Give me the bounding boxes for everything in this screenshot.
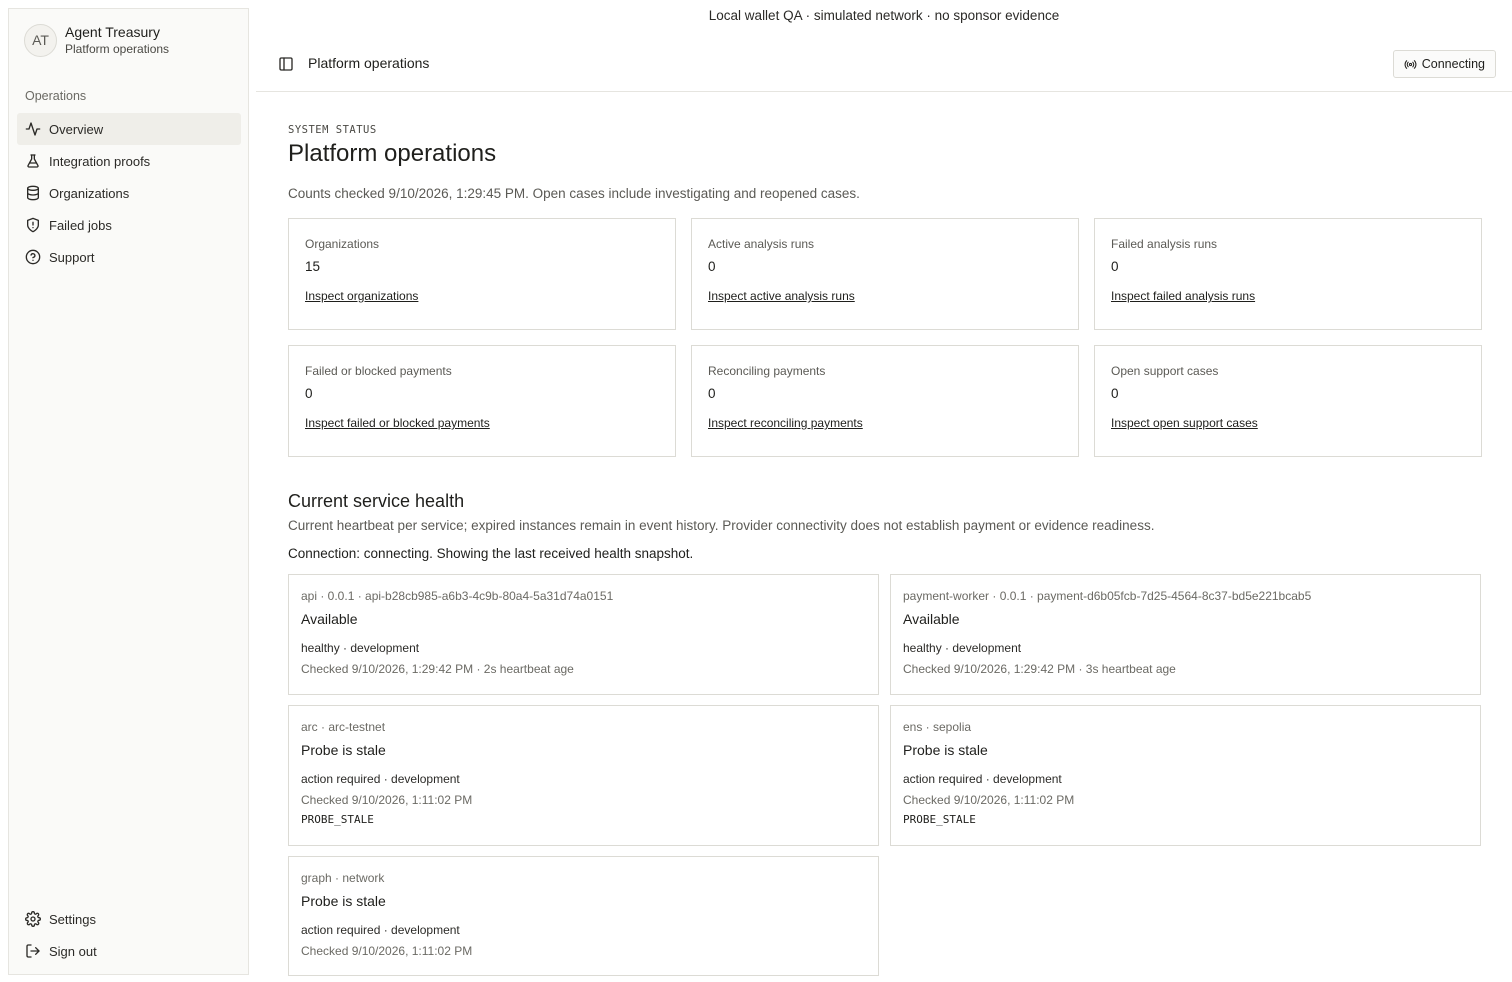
metric-value: 15 <box>305 259 321 274</box>
service-health-title: Current service health <box>288 491 465 511</box>
service-card-ens: ens · sepolia Probe is stale action requ… <box>890 705 1481 846</box>
service-state: action required · development <box>903 772 1062 786</box>
service-status: Probe is stale <box>301 893 386 909</box>
page-title: Platform operations <box>288 140 497 167</box>
sidebar-item-sign-out[interactable]: Sign out <box>17 935 241 967</box>
metric-label: Failed analysis runs <box>1111 237 1218 251</box>
inspect-failed-analysis-runs-link[interactable]: Inspect failed analysis runs <box>1111 289 1255 303</box>
sidebar: AT Agent Treasury Platform operations Op… <box>8 8 249 975</box>
connection-status-button[interactable]: Connecting <box>1392 50 1496 78</box>
header-title: Platform operations <box>308 55 430 71</box>
metric-label: Active analysis runs <box>708 237 815 251</box>
service-card-arc: arc · arc-testnet Probe is stale action … <box>288 705 879 846</box>
metrics-grid: Organizations 15 Inspect organizations A… <box>288 218 1482 457</box>
sidebar-item-overview[interactable]: Overview <box>17 113 241 145</box>
metric-card-failed-analysis-runs: Failed analysis runs 0 Inspect failed an… <box>1094 218 1482 330</box>
inspect-reconciling-payments-link[interactable]: Inspect reconciling payments <box>708 416 863 430</box>
service-card-graph: graph · network Probe is stale action re… <box>288 856 879 976</box>
database-icon <box>27 185 39 201</box>
service-checked: Checked 9/10/2026, 1:11:02 PM <box>301 793 473 807</box>
service-card-api: api · 0.0.1 · api-b28cb985-a6b3-4c9b-80a… <box>288 574 879 695</box>
service-checked: Checked 9/10/2026, 1:29:42 PM · 2s heart… <box>301 662 574 676</box>
service-state: action required · development <box>301 772 460 786</box>
metric-label: Organizations <box>305 237 380 251</box>
activity-icon <box>25 122 41 136</box>
metric-card-failed-blocked-payments: Failed or blocked payments 0 Inspect fai… <box>288 345 676 457</box>
main-content: SYSTEM STATUS Platform operations Counts… <box>288 124 1482 976</box>
radio-signal-icon <box>1404 59 1417 69</box>
sidebar-item-label: Integration proofs <box>49 153 151 169</box>
sidebar-bottom-nav: Settings Sign out <box>17 903 241 967</box>
service-meta: payment-worker · 0.0.1 · payment-d6b05fc… <box>903 589 1312 603</box>
service-state: healthy · development <box>903 641 1022 655</box>
section-eyebrow: SYSTEM STATUS <box>288 124 377 136</box>
service-status: Available <box>301 611 358 627</box>
connection-status-label: Connecting <box>1421 57 1485 71</box>
inspect-failed-blocked-payments-link[interactable]: Inspect failed or blocked payments <box>305 416 490 430</box>
service-status: Available <box>903 611 960 627</box>
service-meta: ens · sepolia <box>903 720 972 734</box>
metric-card-organizations: Organizations 15 Inspect organizations <box>288 218 676 330</box>
top-header: Platform operations Connecting <box>256 36 1512 92</box>
inspect-open-support-cases-link[interactable]: Inspect open support cases <box>1111 416 1258 430</box>
service-state: healthy · development <box>301 641 420 655</box>
inspect-organizations-link[interactable]: Inspect organizations <box>305 289 418 303</box>
metric-card-active-analysis-runs: Active analysis runs 0 Inspect active an… <box>691 218 1079 330</box>
metric-value: 0 <box>708 259 716 274</box>
sidebar-item-label: Organizations <box>49 185 130 201</box>
service-meta: graph · network <box>301 871 385 885</box>
service-error-code: PROBE_STALE <box>301 813 374 826</box>
metric-value: 0 <box>1111 259 1119 274</box>
metric-label: Failed or blocked payments <box>305 364 452 378</box>
service-health-description: Current heartbeat per service; expired i… <box>288 518 1155 533</box>
sidebar-item-support[interactable]: Support <box>17 241 241 273</box>
environment-banner: Local wallet QA · simulated network · no… <box>708 8 1060 23</box>
service-card-payment-worker: payment-worker · 0.0.1 · payment-d6b05fc… <box>890 574 1481 695</box>
sidebar-item-failed-jobs[interactable]: Failed jobs <box>17 209 241 241</box>
sidebar-nav: Overview Integration proofs Organization… <box>17 113 241 273</box>
metric-label: Open support cases <box>1111 364 1219 378</box>
sidebar-item-label: Overview <box>49 121 104 137</box>
metric-value: 0 <box>1111 386 1119 401</box>
service-health-grid: api · 0.0.1 · api-b28cb985-a6b3-4c9b-80a… <box>288 574 1481 976</box>
service-checked: Checked 9/10/2026, 1:11:02 PM <box>903 793 1075 807</box>
metric-card-open-support-cases: Open support cases 0 Inspect open suppor… <box>1094 345 1482 457</box>
sidebar-item-settings[interactable]: Settings <box>17 903 241 935</box>
sidebar-toggle-icon[interactable] <box>278 56 294 72</box>
metric-value: 0 <box>305 386 313 401</box>
help-circle-icon <box>25 249 41 265</box>
sign-out-icon <box>26 944 40 958</box>
service-error-code: PROBE_STALE <box>903 813 976 826</box>
sidebar-item-label: Settings <box>49 911 96 927</box>
inspect-active-analysis-runs-link[interactable]: Inspect active analysis runs <box>708 289 855 303</box>
service-status: Probe is stale <box>301 742 386 758</box>
service-checked: Checked 9/10/2026, 1:29:42 PM · 3s heart… <box>903 662 1176 676</box>
service-state: action required · development <box>301 923 460 937</box>
avatar: AT <box>24 23 57 57</box>
metric-value: 0 <box>708 386 716 401</box>
counts-note: Counts checked 9/10/2026, 1:29:45 PM. Op… <box>288 186 860 201</box>
metric-label: Reconciling payments <box>708 364 826 378</box>
brand-subtitle: Platform operations <box>65 42 170 56</box>
metric-card-reconciling-payments: Reconciling payments 0 Inspect reconcili… <box>691 345 1079 457</box>
brand-name: Agent Treasury <box>65 24 160 40</box>
sidebar-item-label: Sign out <box>49 943 97 959</box>
service-checked: Checked 9/10/2026, 1:11:02 PM <box>301 944 473 958</box>
service-status: Probe is stale <box>903 742 988 758</box>
sidebar-item-label: Failed jobs <box>49 217 112 233</box>
flask-icon <box>27 154 39 168</box>
service-meta: arc · arc-testnet <box>301 720 386 734</box>
service-meta: api · 0.0.1 · api-b28cb985-a6b3-4c9b-80a… <box>301 589 614 603</box>
nav-group-label: Operations <box>25 89 87 103</box>
gear-icon <box>25 911 41 927</box>
sidebar-item-organizations[interactable]: Organizations <box>17 177 241 209</box>
sidebar-item-integration-proofs[interactable]: Integration proofs <box>17 145 241 177</box>
connection-status-text: Connection: connecting. Showing the last… <box>288 546 694 561</box>
shield-alert-icon <box>27 217 39 233</box>
brand[interactable]: AT Agent Treasury Platform operations <box>24 23 169 57</box>
sidebar-item-label: Support <box>49 249 95 265</box>
